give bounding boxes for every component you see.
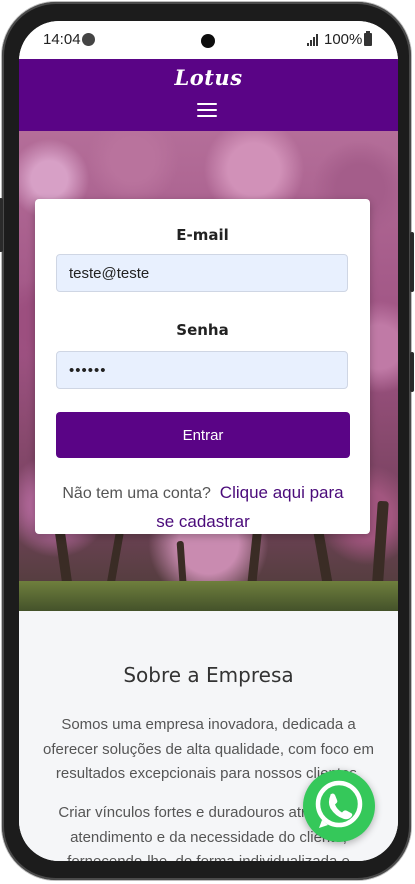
login-button[interactable]: Entrar [56,412,350,458]
battery-icon [364,31,372,46]
signal-icon [307,34,321,46]
signup-prompt: Não tem uma conta? Clique aqui para se c… [53,479,353,537]
email-label: E-mail [176,226,229,244]
about-title: Sobre a Empresa [123,663,294,687]
signup-question: Não tem uma conta? [62,485,211,502]
front-camera [201,34,215,48]
password-label: Senha [176,321,229,339]
whatsapp-button[interactable] [303,770,375,842]
hamburger-menu-icon[interactable] [197,101,219,119]
brand-logo[interactable]: Lotus [19,65,398,90]
power-button [410,232,414,292]
whatsapp-icon [315,780,363,828]
battery-level: 100% [324,31,363,48]
password-field[interactable] [56,351,348,389]
status-bar: 14:04 100% [19,21,398,59]
screen: 14:04 100% Lotus E-mail Senha [19,21,398,861]
side-button [410,352,414,392]
login-card: E-mail Senha Entrar Não tem uma conta? C… [35,199,370,534]
volume-button [0,198,3,252]
email-field[interactable] [56,254,348,292]
status-time: 14:04 [43,31,81,48]
app-header: Lotus [19,59,398,131]
message-notification-icon [82,33,95,46]
